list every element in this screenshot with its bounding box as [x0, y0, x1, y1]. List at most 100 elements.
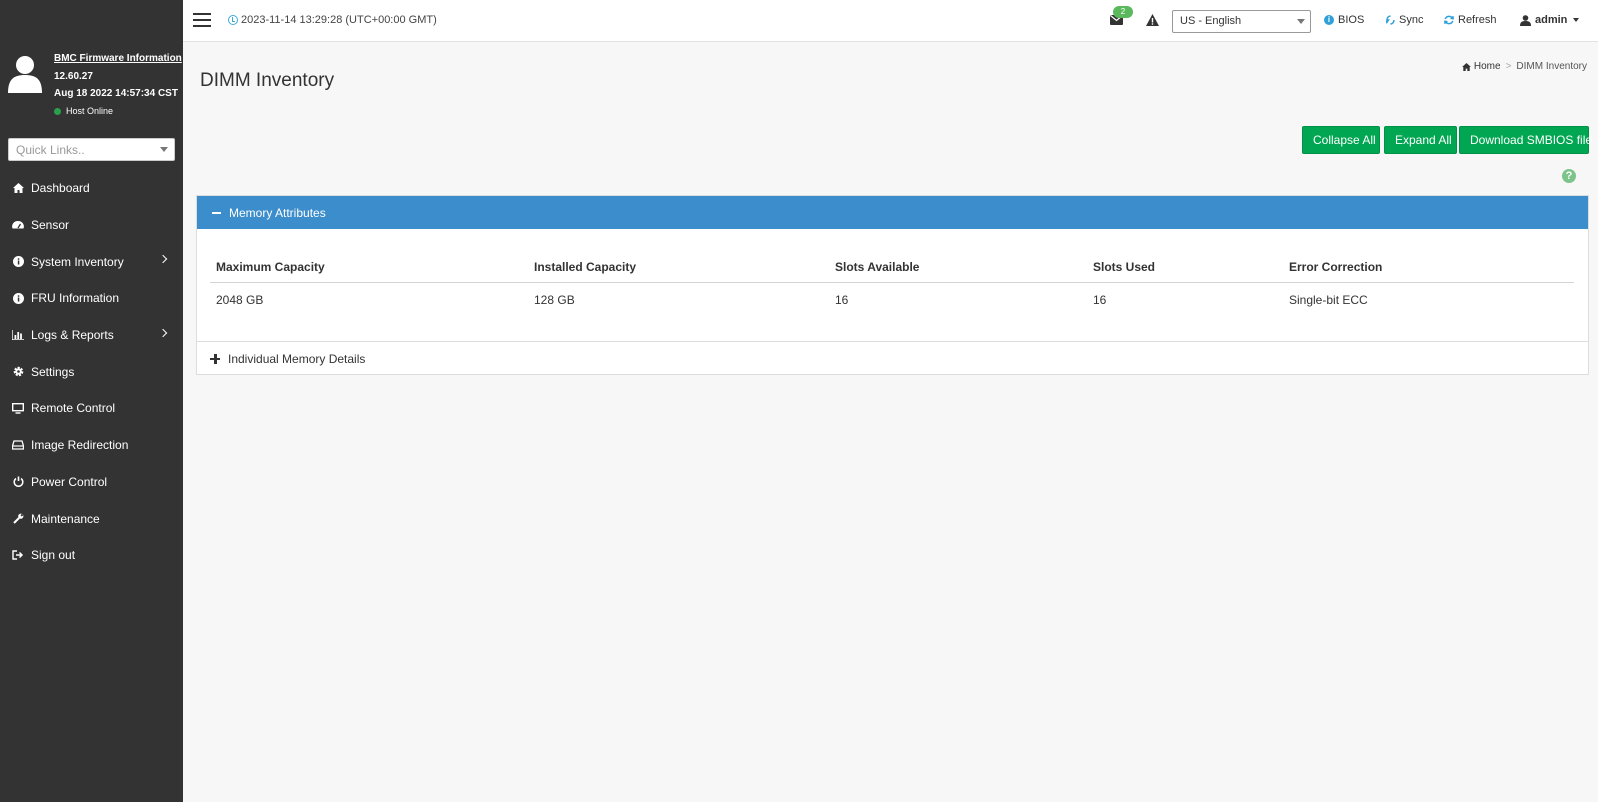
notification-count-badge: 2: [1113, 6, 1133, 18]
sidebar-item-label: Logs & Reports: [31, 328, 114, 343]
sidebar-item-label: FRU Information: [31, 291, 120, 306]
gauge-icon: [12, 219, 24, 231]
language-select[interactable]: US - English: [1172, 10, 1311, 33]
user-name: admin: [1535, 14, 1568, 26]
user-avatar-icon: [8, 56, 42, 93]
plus-icon: [210, 353, 220, 364]
table-cell: 16: [835, 292, 849, 307]
sidebar-item-label: Maintenance: [31, 511, 100, 526]
refresh-label: Refresh: [1458, 14, 1497, 26]
sidebar-item-settings[interactable]: Settings: [0, 353, 183, 390]
firmware-build-date: Aug 18 2022 14:57:34 CST: [54, 88, 178, 99]
sidebar-item-system-inventory[interactable]: System Inventory: [0, 243, 183, 280]
sidebar-item-label: System Inventory: [31, 254, 124, 269]
hamburger-menu-icon[interactable]: [193, 13, 211, 27]
firmware-info-panel: BMC Firmware Information 12.60.27 Aug 18…: [0, 45, 183, 123]
wrench-icon: [12, 513, 24, 525]
minus-icon: [212, 211, 221, 214]
bios-link[interactable]: i BIOS: [1324, 14, 1364, 26]
table-cell: 128 GB: [534, 292, 575, 307]
sync-icon: [1386, 15, 1395, 25]
chevron-down-icon: [160, 147, 168, 152]
expand-all-button[interactable]: Expand All: [1384, 126, 1457, 154]
language-value: US - English: [1180, 15, 1242, 27]
monitor-icon: [12, 402, 24, 414]
breadcrumb-home[interactable]: Home: [1461, 61, 1501, 72]
memory-attributes-table: Maximum Capacity Installed Capacity Slot…: [210, 258, 1574, 317]
sidebar-item-label: Sign out: [31, 548, 76, 563]
sidebar-item-fru-information[interactable]: FRU Information: [0, 280, 183, 317]
clock-icon: [228, 15, 238, 25]
sidebar-nav: Dashboard Sensor System Inventory FRU In…: [0, 170, 183, 574]
host-status-label: Host Online: [66, 106, 114, 116]
top-bar: 2023-11-14 13:29:28 (UTC+00:00 GMT) 2 US…: [183, 0, 1598, 42]
caret-down-icon: [1573, 18, 1580, 22]
table-cell: 16: [1093, 292, 1107, 307]
quick-links-select[interactable]: Quick Links..: [8, 138, 175, 161]
sidebar-item-remote-control[interactable]: Remote Control: [0, 390, 183, 427]
sidebar-item-power-control[interactable]: Power Control: [0, 464, 183, 501]
home-icon: [12, 182, 24, 194]
breadcrumb: Home > DIMM Inventory: [1461, 61, 1587, 72]
drive-icon: [12, 439, 24, 451]
table-cell: Single-bit ECC: [1289, 292, 1368, 307]
gear-icon: [12, 366, 24, 378]
sidebar-item-dashboard[interactable]: Dashboard: [0, 170, 183, 207]
info-icon: i: [1324, 15, 1334, 25]
home-icon: [1461, 62, 1471, 71]
breadcrumb-home-label: Home: [1473, 61, 1501, 72]
column-header: Maximum Capacity: [210, 258, 528, 283]
user-icon: [1520, 14, 1531, 26]
warning-icon[interactable]: [1146, 14, 1159, 26]
chevron-right-icon: [158, 328, 168, 337]
collapse-all-button[interactable]: Collapse All: [1302, 126, 1380, 154]
chevron-down-icon: [1297, 19, 1305, 24]
sidebar-item-label: Sensor: [31, 218, 70, 233]
column-header: Installed Capacity: [528, 258, 829, 283]
firmware-info-link[interactable]: BMC Firmware Information: [54, 53, 182, 64]
sidebar: BMC Firmware Information 12.60.27 Aug 18…: [0, 0, 183, 802]
memory-attributes-title: Memory Attributes: [229, 205, 326, 220]
refresh-icon: [1444, 15, 1454, 25]
bar-chart-icon: [12, 329, 24, 341]
sidebar-item-logs-reports[interactable]: Logs & Reports: [0, 317, 183, 354]
individual-memory-details-header[interactable]: Individual Memory Details: [197, 341, 1588, 375]
host-status: Host Online: [54, 106, 113, 116]
sidebar-item-sign-out[interactable]: Sign out: [0, 537, 183, 574]
breadcrumb-current: DIMM Inventory: [1516, 61, 1587, 72]
sign-out-icon: [12, 549, 24, 561]
server-datetime: 2023-11-14 13:29:28 (UTC+00:00 GMT): [228, 14, 437, 26]
individual-memory-details-title: Individual Memory Details: [228, 351, 366, 366]
power-icon: [12, 476, 24, 488]
help-icon[interactable]: ?: [1562, 169, 1576, 183]
sidebar-item-sensor[interactable]: Sensor: [0, 207, 183, 244]
quick-links-placeholder: Quick Links..: [16, 143, 85, 157]
table-header-row: Maximum Capacity Installed Capacity Slot…: [210, 258, 1574, 283]
datetime-text: 2023-11-14 13:29:28 (UTC+00:00 GMT): [241, 14, 437, 26]
memory-panel: Memory Attributes Maximum Capacity Insta…: [196, 195, 1589, 375]
sidebar-item-label: Power Control: [31, 474, 108, 489]
sync-button[interactable]: Sync: [1386, 14, 1423, 26]
sidebar-item-image-redirection[interactable]: Image Redirection: [0, 427, 183, 464]
sidebar-item-maintenance[interactable]: Maintenance: [0, 500, 183, 537]
memory-attributes-header[interactable]: Memory Attributes: [197, 196, 1588, 229]
sidebar-item-label: Dashboard: [31, 181, 90, 196]
user-menu[interactable]: admin: [1520, 14, 1580, 26]
column-header: Slots Available: [829, 258, 1087, 283]
refresh-button[interactable]: Refresh: [1444, 14, 1497, 26]
download-smbios-button[interactable]: Download SMBIOS file: [1459, 126, 1592, 154]
bios-label: BIOS: [1338, 14, 1365, 26]
sidebar-item-label: Settings: [31, 364, 75, 379]
firmware-version: 12.60.27: [54, 71, 93, 82]
sidebar-item-label: Remote Control: [31, 401, 116, 416]
page-title: DIMM Inventory: [200, 70, 335, 91]
column-header: Error Correction: [1283, 258, 1574, 283]
status-dot-icon: [54, 107, 61, 115]
info-icon: [12, 256, 24, 268]
table-row: 2048 GB 128 GB 16 16 Single-bit ECC: [210, 282, 1574, 317]
chevron-right-icon: [158, 255, 168, 264]
column-header: Slots Used: [1087, 258, 1283, 283]
sync-label: Sync: [1399, 14, 1424, 26]
breadcrumb-separator: >: [1505, 61, 1512, 72]
info-icon: [12, 292, 24, 304]
